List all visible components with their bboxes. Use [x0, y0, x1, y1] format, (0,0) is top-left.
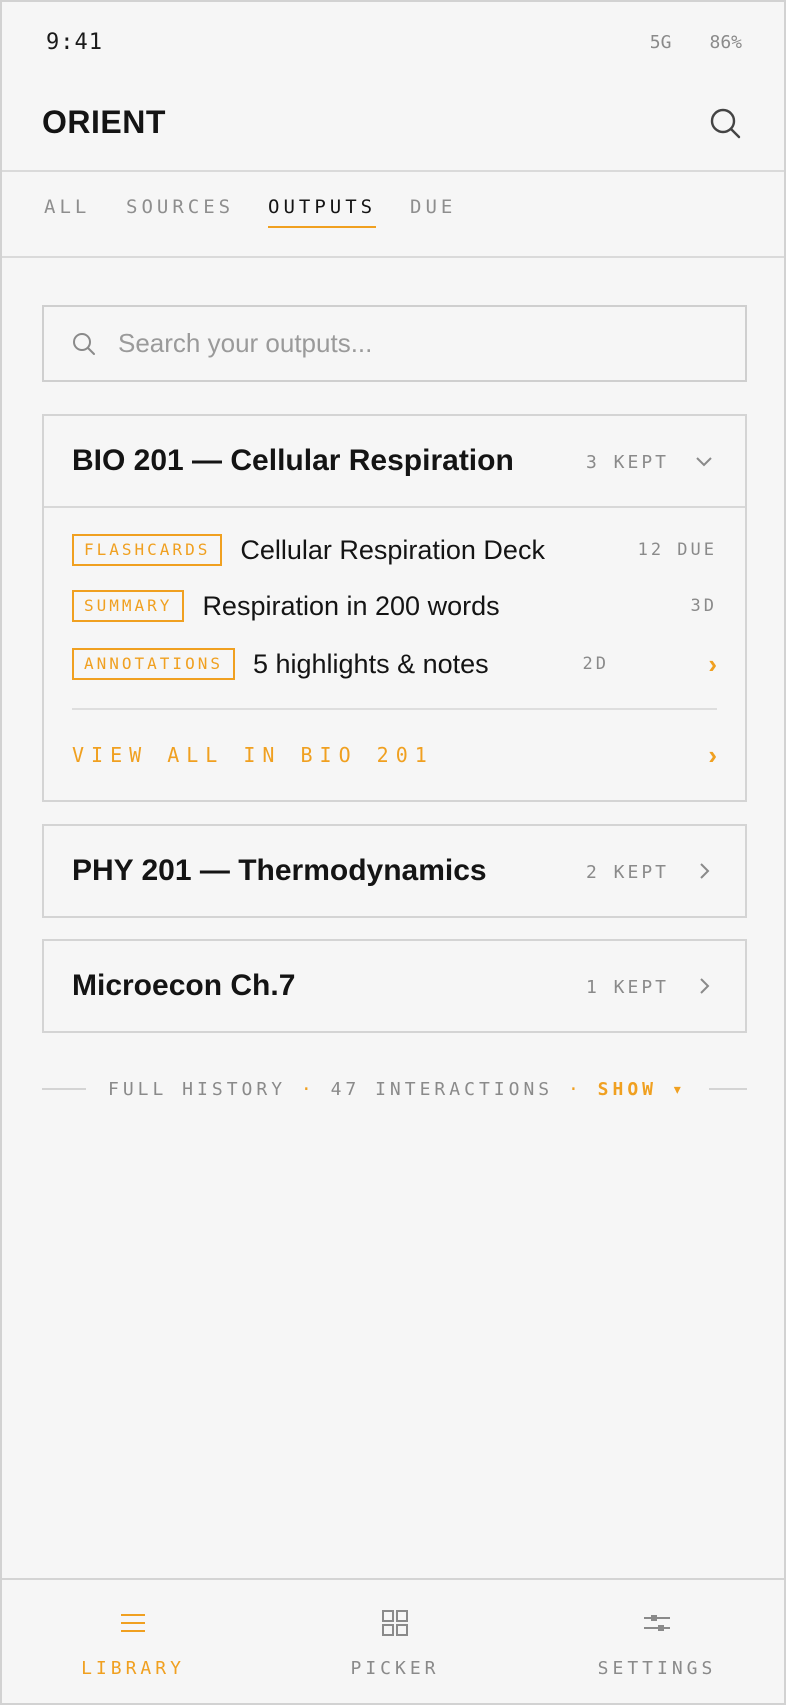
output-row-summary[interactable]: SUMMARY Respiration in 200 words 3D [72, 578, 717, 634]
view-all-link[interactable]: VIEW ALL IN BIO 201 › [72, 710, 717, 800]
history-label: FULL HISTORY [108, 1078, 287, 1100]
status-right: 5G 86% [650, 32, 742, 53]
battery-indicator: 86% [709, 32, 742, 53]
search-icon [710, 108, 741, 139]
history-count: 47 INTERACTIONS [330, 1078, 554, 1100]
chevron-right-icon [700, 863, 710, 879]
search-icon [73, 332, 95, 355]
tab-due[interactable]: DUE [410, 196, 456, 226]
grid-icon [382, 1610, 408, 1636]
divider [708, 1088, 747, 1090]
tab-outputs[interactable]: OUTPUTS [268, 196, 377, 228]
nav-settings[interactable]: SETTINGS [526, 1580, 784, 1703]
history-text: FULL HISTORY · 47 INTERACTIONS · SHOW ▾ [86, 1079, 709, 1100]
status-time: 9:41 [46, 30, 103, 55]
history-separator: · [300, 1078, 316, 1100]
chevron-right-icon [700, 978, 710, 994]
output-title: Respiration in 200 words [202, 590, 500, 621]
output-row-flashcards[interactable]: FLASHCARDS Cellular Respiration Deck 12 … [72, 522, 717, 578]
group-header[interactable]: BIO 201 — Cellular Respiration 3 KEPT [44, 416, 745, 506]
sliders-icon [644, 1615, 670, 1631]
output-tag: FLASHCARDS [72, 534, 223, 566]
chevron-right-icon: › [708, 739, 717, 770]
tab-sources[interactable]: SOURCES [126, 196, 234, 226]
output-meta: 3D [690, 596, 717, 616]
group-card-microecon[interactable]: Microecon Ch.7 1 KEPT [42, 939, 747, 1033]
output-title: Cellular Respiration Deck [240, 534, 545, 565]
app-frame: 9:41 5G 86% ORIENT ALL SOURCES OUTPUTS D… [0, 0, 786, 1705]
group-title: BIO 201 — Cellular Respiration [72, 444, 514, 477]
group-card-phy201[interactable]: PHY 201 — Thermodynamics 2 KEPT [42, 824, 747, 918]
output-tag: ANNOTATIONS [72, 648, 235, 680]
output-meta: 12 DUE [637, 540, 717, 560]
full-history: FULL HISTORY · 47 INTERACTIONS · SHOW ▾ [42, 1074, 747, 1104]
search-input[interactable] [118, 328, 678, 359]
nav-picker[interactable]: PICKER [264, 1580, 526, 1703]
nav-label: PICKER [350, 1658, 440, 1679]
app-header: ORIENT [2, 82, 784, 172]
kept-count: 2 KEPT [585, 862, 669, 883]
network-indicator: 5G [649, 32, 672, 53]
group-card-bio201: BIO 201 — Cellular Respiration 3 KEPT FL… [42, 414, 747, 802]
filter-tabs: ALL SOURCES OUTPUTS DUE [2, 174, 784, 258]
group-body: FLASHCARDS Cellular Respiration Deck 12 … [44, 506, 745, 800]
chevron-down-icon [696, 457, 712, 467]
tab-all[interactable]: ALL [44, 196, 90, 226]
status-bar: 9:41 5G 86% [2, 2, 784, 82]
output-row-annotations[interactable]: ANNOTATIONS 5 highlights & notes 2D › [72, 636, 717, 692]
nav-label: SETTINGS [597, 1658, 717, 1679]
search-button[interactable] [706, 104, 746, 144]
app-title: ORIENT [42, 104, 166, 140]
search-box [42, 305, 747, 382]
divider [42, 1088, 86, 1090]
view-all-label: VIEW ALL IN BIO 201 [72, 743, 434, 767]
group-header[interactable]: Microecon Ch.7 1 KEPT [44, 941, 745, 1031]
output-tag: SUMMARY [72, 590, 185, 622]
output-title: 5 highlights & notes [252, 648, 489, 679]
output-meta: 2D [582, 654, 609, 674]
history-separator: · [567, 1078, 583, 1100]
nav-library[interactable]: LIBRARY [2, 1580, 264, 1703]
group-header[interactable]: PHY 201 — Thermodynamics 2 KEPT [44, 826, 745, 916]
kept-count: 3 KEPT [585, 452, 669, 473]
group-title: PHY 201 — Thermodynamics [72, 854, 487, 887]
bottom-nav: LIBRARY PICKER SETTINGS [2, 1578, 784, 1703]
kept-count: 1 KEPT [585, 977, 669, 998]
nav-label: LIBRARY [81, 1658, 185, 1679]
group-title: Microecon Ch.7 [72, 969, 296, 1002]
chevron-right-icon: › [708, 648, 717, 679]
menu-icon [121, 1614, 145, 1632]
show-history-button[interactable]: SHOW ▾ [598, 1079, 687, 1100]
